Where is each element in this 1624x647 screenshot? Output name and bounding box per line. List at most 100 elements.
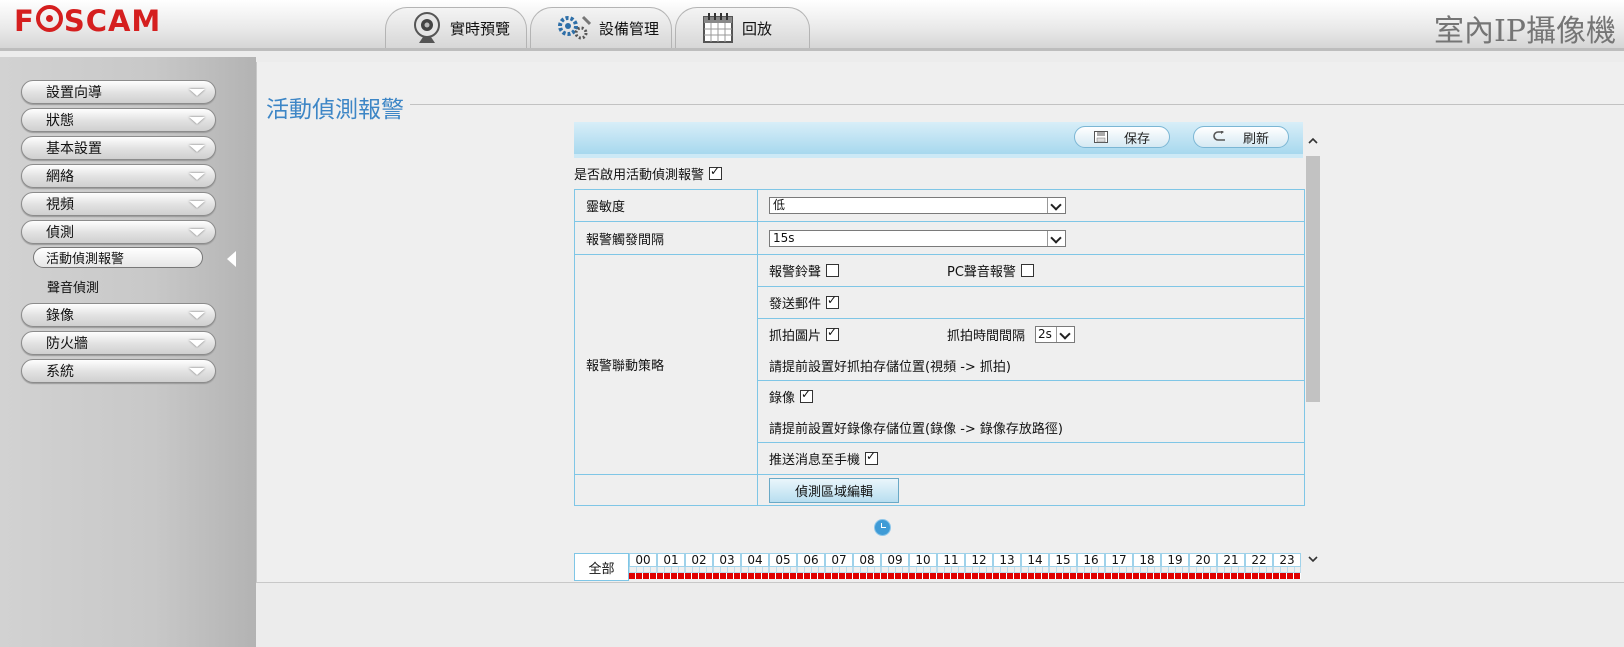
schedule-hour-00[interactable]: 00 [629, 553, 657, 567]
schedule-active-bar[interactable] [965, 573, 993, 579]
scroll-up-icon[interactable] [1306, 134, 1320, 148]
save-button[interactable]: 保存 [1074, 126, 1170, 148]
chevron-down-icon [189, 117, 205, 124]
schedule-hour-18[interactable]: 18 [1133, 553, 1161, 567]
record-checkbox[interactable] [800, 387, 814, 403]
schedule-active-bar[interactable] [1273, 573, 1301, 579]
schedule-grid: 全部 00 01 02 03 04 05 06 07 08 09 10 11 12 13 14 15 16 17 1… [574, 553, 1305, 583]
schedule-hour-20[interactable]: 20 [1189, 553, 1217, 567]
sidebar-item-status[interactable]: 狀態 [21, 108, 216, 132]
schedule-hour-15[interactable]: 15 [1049, 553, 1077, 567]
sidebar-item-label: 網絡 [46, 169, 74, 185]
schedule-active-bar[interactable] [1245, 573, 1273, 579]
push-checkbox[interactable] [865, 449, 879, 465]
sidebar-item-label: 狀態 [46, 113, 74, 129]
schedule-active-bar[interactable] [1021, 573, 1049, 579]
dropdown-arrow-icon [1047, 198, 1065, 213]
chevron-down-icon [189, 312, 205, 319]
schedule-active-bar[interactable] [1189, 573, 1217, 579]
sidebar-subitem-sound-detection[interactable]: 聲音偵測 [47, 277, 99, 296]
schedule-active-bar[interactable] [1105, 573, 1133, 579]
schedule-hour-08[interactable]: 08 [853, 553, 881, 567]
schedule-hour-16[interactable]: 16 [1077, 553, 1105, 567]
tab-playback[interactable]: 回放 [675, 7, 810, 48]
alarm-bell-checkbox[interactable] [826, 264, 840, 277]
schedule-all-button[interactable]: 全部 [574, 553, 629, 581]
webcam-icon [414, 12, 440, 43]
schedule-hour-21[interactable]: 21 [1217, 553, 1245, 567]
toolbar: 保存 刷新 [574, 122, 1303, 158]
sidebar-item-record[interactable]: 錄像 [21, 303, 216, 327]
tab-live-view[interactable]: 實時預覽 [385, 7, 527, 48]
schedule-hour-19[interactable]: 19 [1161, 553, 1189, 567]
schedule-hour-23[interactable]: 23 [1273, 553, 1301, 567]
snapshot-interval-label: 抓拍時間間隔 [947, 329, 1026, 344]
trigger-interval-select[interactable]: 15s [769, 229, 1066, 247]
sidebar-item-detection[interactable]: 偵測 [21, 220, 216, 244]
snapshot-checkbox[interactable] [826, 325, 840, 341]
sensitivity-select[interactable]: 低 [769, 197, 1066, 214]
schedule-hour-09[interactable]: 09 [881, 553, 909, 567]
sidebar-item-firewall[interactable]: 防火牆 [21, 331, 216, 355]
sensitivity-label: 靈敏度 [574, 189, 758, 222]
region-edit-button[interactable]: 偵測區域編輯 [769, 477, 899, 503]
sidebar-item-video[interactable]: 視頻 [21, 192, 216, 216]
snapshot-label: 抓拍圖片 [769, 329, 822, 344]
schedule-active-bar[interactable] [713, 573, 741, 579]
schedule-active-bar[interactable] [741, 573, 769, 579]
schedule-active-bar[interactable] [1217, 573, 1245, 579]
tab-device-management[interactable]: 設備管理 [530, 7, 672, 48]
enable-motion-checkbox[interactable] [709, 164, 723, 180]
schedule-hour-12[interactable]: 12 [965, 553, 993, 567]
schedule-active-bar[interactable] [909, 573, 937, 579]
schedule-hour-06[interactable]: 06 [797, 553, 825, 567]
schedule-active-bar[interactable] [1049, 573, 1077, 579]
schedule-hour-01[interactable]: 01 [657, 553, 685, 567]
chevron-down-icon [189, 173, 205, 180]
schedule-active-bar[interactable] [797, 573, 825, 579]
schedule-active-bar[interactable] [825, 573, 853, 579]
schedule-active-bar[interactable] [769, 573, 797, 579]
schedule-active-bar[interactable] [685, 573, 713, 579]
sidebar-item-label: 基本設置 [46, 141, 102, 157]
schedule-active-bar[interactable] [657, 573, 685, 579]
scrollbar-thumb[interactable] [1306, 156, 1320, 402]
sidebar-item-network[interactable]: 網絡 [21, 164, 216, 188]
schedule-hour-02[interactable]: 02 [685, 553, 713, 567]
schedule-hour-10[interactable]: 10 [909, 553, 937, 567]
schedule-active-bar[interactable] [1133, 573, 1161, 579]
enable-motion-row: 是否啟用活動偵測報警 [574, 164, 723, 183]
schedule-active-bar[interactable] [1161, 573, 1189, 579]
schedule-active-bar[interactable] [1077, 573, 1105, 579]
schedule-hour-17[interactable]: 17 [1105, 553, 1133, 567]
schedule-active-bar[interactable] [937, 573, 965, 579]
sidebar-item-basic-settings[interactable]: 基本設置 [21, 136, 216, 160]
sidebar-item-label: 視頻 [46, 197, 74, 213]
pc-sound-checkbox[interactable] [1020, 264, 1034, 277]
schedule-hour-05[interactable]: 05 [769, 553, 797, 567]
refresh-button[interactable]: 刷新 [1193, 126, 1289, 148]
sidebar-item-label: 設置向導 [46, 85, 102, 101]
record-note: 請提前設置好錄像存儲位置(錄像 -> 錄像存放路徑) [769, 421, 1063, 437]
schedule-hour-13[interactable]: 13 [993, 553, 1021, 567]
scroll-down-icon[interactable] [1306, 552, 1320, 566]
snapshot-interval-select[interactable]: 2s [1035, 326, 1076, 343]
pc-sound-label: PC聲音報警 [947, 265, 1016, 280]
schedule-active-bar[interactable] [629, 573, 657, 579]
schedule-hour-07[interactable]: 07 [825, 553, 853, 567]
push-label: 推送消息至手機 [769, 453, 861, 468]
schedule-hour-14[interactable]: 14 [1021, 553, 1049, 567]
sidebar-item-system[interactable]: 系統 [21, 359, 216, 383]
sidebar-item-setup-wizard[interactable]: 設置向導 [21, 80, 216, 104]
send-email-checkbox[interactable] [826, 293, 840, 309]
schedule-hour-04[interactable]: 04 [741, 553, 769, 567]
sidebar-subitem-motion-detection[interactable]: 活動偵測報警 [33, 247, 203, 268]
schedule-hour-03[interactable]: 03 [713, 553, 741, 567]
schedule-hour-22[interactable]: 22 [1245, 553, 1273, 567]
schedule-active-bar[interactable] [993, 573, 1021, 579]
trigger-interval-label: 報警觸發間隔 [574, 221, 758, 255]
clock-icon[interactable] [874, 519, 891, 536]
schedule-hour-11[interactable]: 11 [937, 553, 965, 567]
schedule-active-bar[interactable] [881, 573, 909, 579]
schedule-active-bar[interactable] [853, 573, 881, 579]
